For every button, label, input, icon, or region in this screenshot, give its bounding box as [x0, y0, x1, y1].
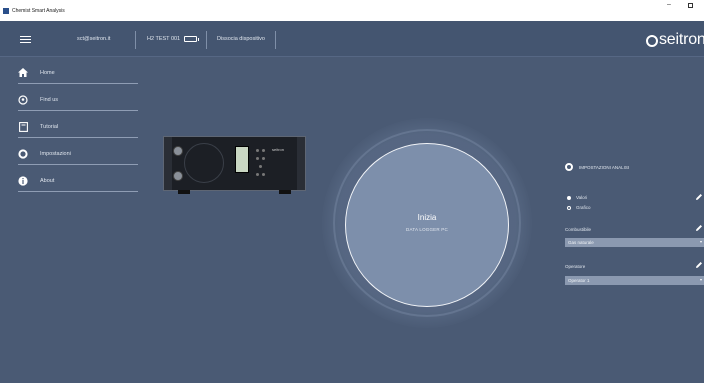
chevron-down-icon: [700, 279, 702, 281]
operator-select[interactable]: Operator 1: [565, 276, 704, 285]
analysis-settings-header: IMPOSTAZIONI ANALISI: [565, 163, 629, 171]
sidebar-item-label: Home: [40, 69, 55, 76]
fuel-select[interactable]: Gas naturale: [565, 238, 704, 247]
header-divider: [206, 31, 207, 49]
logo-mark-icon: [646, 35, 658, 47]
device-foot: [279, 190, 291, 194]
brand-name: seitron: [659, 31, 704, 48]
window-titlebar: Chemist Smart Analysis –: [0, 0, 704, 21]
battery-icon: [184, 36, 199, 42]
sidebar-item-home[interactable]: Home: [18, 62, 138, 84]
radio-selected-icon[interactable]: [567, 195, 571, 200]
analysis-settings-title: IMPOSTAZIONI ANALISI: [579, 164, 630, 170]
device-image: seitron: [163, 136, 306, 194]
edit-pencil-icon[interactable]: [695, 224, 703, 232]
device-button-icon: [256, 157, 259, 160]
settings-ring-icon: [565, 163, 573, 171]
device-knob-icon: [173, 146, 183, 156]
app-icon: [3, 7, 9, 14]
header-divider: [135, 31, 136, 49]
book-icon: [18, 121, 28, 132]
window-title: Chemist Smart Analysis: [12, 7, 65, 14]
operator-select-value: Operator 1: [568, 278, 590, 283]
location-pin-icon: [18, 94, 28, 105]
seitron-logo: seitron: [646, 31, 704, 49]
app-header: sct@seitron.it H2 TEST 001 Dissocia disp…: [0, 21, 704, 57]
device-brand: seitron: [272, 147, 285, 152]
header-divider: [275, 31, 276, 49]
disconnect-device-button[interactable]: Dissocia dispositivo: [217, 36, 265, 42]
minimize-button[interactable]: –: [667, 1, 671, 8]
sidebar-item-label: Tutorial: [40, 123, 59, 130]
start-button-subtitle: DATA LOGGER PC: [406, 226, 448, 232]
device-display: [235, 146, 249, 173]
view-option-chart[interactable]: Grafico: [567, 205, 591, 210]
device-rack-rail: [164, 137, 172, 190]
sidebar-item-about[interactable]: About: [18, 170, 138, 192]
device-foot: [178, 190, 190, 194]
device-button-icon: [262, 157, 265, 160]
device-button-icon: [262, 149, 265, 152]
device-rack-rail: [297, 137, 305, 190]
hamburger-menu-icon[interactable]: [20, 36, 31, 43]
start-data-logger-button[interactable]: Inizia DATA LOGGER PC: [345, 143, 509, 307]
sidebar-item-settings[interactable]: Impostazioni: [18, 143, 138, 165]
edit-pencil-icon[interactable]: [695, 261, 703, 269]
device-sensor-icon: [184, 143, 224, 183]
sidebar-item-tutorial[interactable]: Tutorial: [18, 116, 138, 138]
info-icon: [18, 175, 28, 186]
device-button-icon: [262, 173, 265, 176]
maximize-button[interactable]: [688, 3, 693, 8]
device-button-icon: [256, 173, 259, 176]
operator-label: Operatore: [565, 264, 586, 269]
home-icon: [18, 68, 28, 78]
chevron-down-icon: [700, 241, 702, 243]
device-knob-icon: [173, 171, 183, 181]
sidebar-item-find-us[interactable]: Find us: [18, 89, 138, 111]
sidebar-item-label: Impostazioni: [40, 150, 71, 157]
edit-pencil-icon[interactable]: [695, 193, 703, 201]
user-email: sct@seitron.it: [77, 36, 111, 42]
settings-ring-icon: [18, 148, 28, 159]
view-option-label: Grafico: [576, 205, 591, 210]
view-option-label: Valori: [576, 195, 588, 200]
radio-unselected-icon[interactable]: [567, 205, 571, 210]
device-button-icon: [259, 165, 262, 168]
fuel-label: Combustibile: [565, 227, 592, 232]
sidebar-item-label: About: [40, 177, 55, 184]
sidebar-item-label: Find us: [40, 96, 59, 103]
view-option-values[interactable]: Valori: [567, 195, 587, 200]
device-button-icon: [256, 149, 259, 152]
device-name: H2 TEST 001: [147, 36, 181, 42]
fuel-select-value: Gas naturale: [568, 240, 594, 245]
start-button-title: Inizia: [417, 212, 437, 222]
